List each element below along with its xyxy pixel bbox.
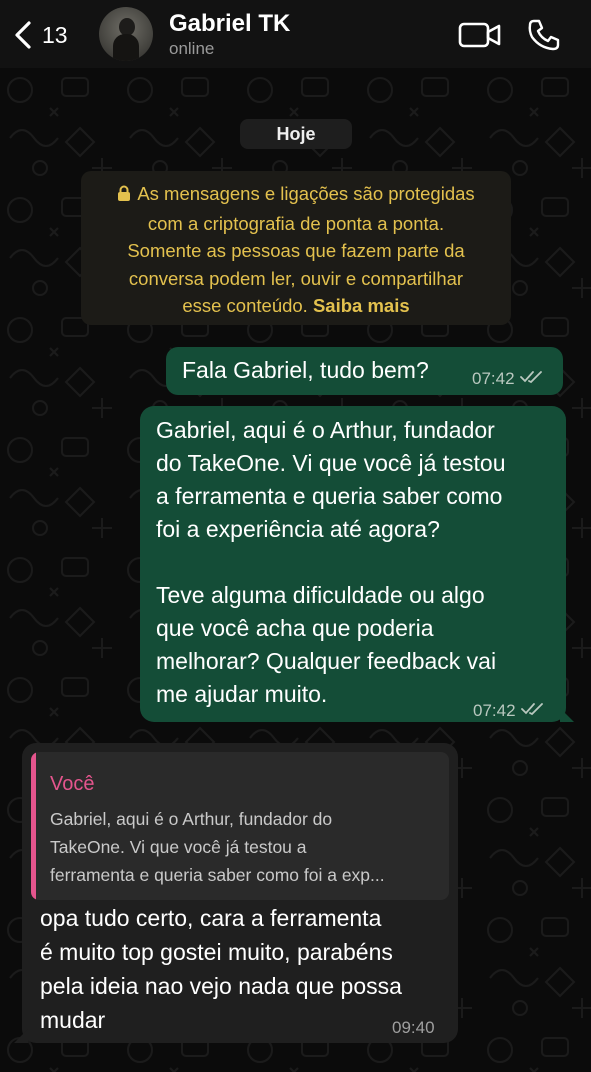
message-line: do TakeOne. Vi que você já testou	[156, 450, 506, 476]
quote-accent-bar	[31, 752, 36, 900]
message-time: 07:42	[472, 369, 515, 388]
contact-name[interactable]: Gabriel TK	[169, 10, 290, 38]
quote-line: TakeOne. Vi que você já testou a	[50, 837, 307, 857]
chevron-left-icon	[12, 20, 34, 50]
learn-more-link[interactable]: Saiba mais	[313, 295, 410, 316]
avatar[interactable]	[99, 7, 153, 61]
bubble-tail	[560, 708, 574, 722]
message-text: opa tudo certo, cara a ferramenta é muit…	[40, 901, 450, 1037]
chat-header: 13 Gabriel TK online	[0, 0, 591, 68]
message-meta: 07:42	[472, 369, 544, 389]
message-line: foi a experiência até agora?	[156, 516, 440, 542]
quote-author: Você	[50, 773, 95, 795]
message-meta: 07:42	[473, 694, 545, 727]
quoted-message[interactable]: Você Gabriel, aqui é o Arthur, fundador …	[31, 752, 449, 900]
quote-text: Gabriel, aqui é o Arthur, fundador do Ta…	[50, 805, 430, 889]
notice-line: conversa podem ler, ouvir e compartilhar	[128, 267, 464, 289]
date-separator: Hoje	[240, 119, 352, 149]
contact-status: online	[169, 39, 215, 58]
message-line: mudar	[40, 1007, 106, 1033]
outgoing-message[interactable]: Gabriel, aqui é o Arthur, fundador do Ta…	[140, 406, 574, 722]
message-line: melhorar? Qualquer feedback vai	[156, 648, 497, 674]
message-line: a ferramenta e queria saber como	[156, 483, 503, 509]
incoming-message[interactable]: Você Gabriel, aqui é o Arthur, fundador …	[14, 743, 458, 1043]
message-line: que você acha que poderia	[156, 615, 434, 641]
notice-line: As mensagens e ligações são protegidas	[93, 180, 499, 210]
message-line: Teve alguma dificuldade ou algo	[156, 582, 485, 608]
quote-line: ferramenta e queria saber como foi a exp…	[50, 865, 385, 885]
message-line: opa tudo certo, cara a ferramenta	[40, 905, 382, 931]
quote-line: Gabriel, aqui é o Arthur, fundador do	[50, 809, 333, 829]
outgoing-message[interactable]: Fala Gabriel, tudo bem? 07:42	[166, 347, 563, 395]
message-time: 09:40	[392, 1018, 435, 1037]
double-check-icon	[520, 694, 545, 727]
message-line: pela ideia nao vejo nada que possa	[40, 973, 402, 999]
phone-icon	[526, 19, 562, 57]
message-text: Fala Gabriel, tudo bem?	[182, 357, 429, 383]
encryption-notice[interactable]: As mensagens e ligações são protegidas c…	[81, 171, 511, 325]
video-call-button[interactable]	[458, 20, 502, 50]
bubble-tail	[14, 1029, 28, 1043]
message-line: Gabriel, aqui é o Arthur, fundador	[156, 417, 495, 443]
message-line: é muito top gostei muito, parabéns	[40, 939, 393, 965]
video-camera-icon	[458, 22, 502, 54]
back-button[interactable]: 13	[12, 18, 82, 52]
lock-icon	[117, 182, 131, 210]
notice-line: esse conteúdo. Saiba mais	[182, 295, 410, 316]
notice-line: com a criptografia de ponta a ponta.	[147, 212, 445, 234]
voice-call-button[interactable]	[526, 17, 562, 53]
message-time: 07:42	[473, 701, 516, 720]
unread-count: 13	[42, 21, 68, 48]
notice-line: Somente as pessoas que fazem parte da	[127, 240, 465, 261]
double-check-icon	[519, 369, 544, 389]
